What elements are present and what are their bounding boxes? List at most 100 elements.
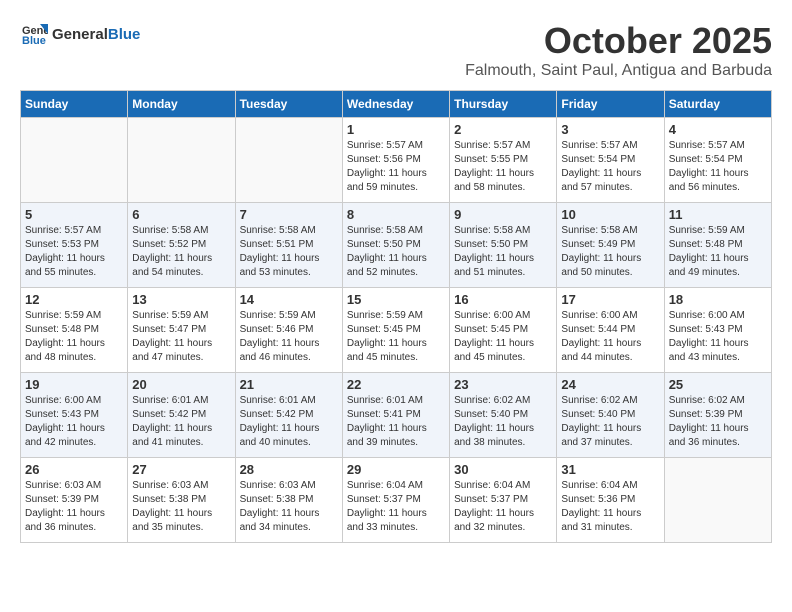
day-info: Sunrise: 5:58 AMSunset: 5:50 PMDaylight:… xyxy=(347,224,445,280)
calendar-cell: 22 Sunrise: 6:01 AMSunset: 5:41 PMDayligh… xyxy=(342,373,449,458)
title-area: October 2025 Falmouth, Saint Paul, Antig… xyxy=(465,20,772,80)
calendar-cell: 20 Sunrise: 6:01 AMSunset: 5:42 PMDayligh… xyxy=(128,373,235,458)
day-number: 15 xyxy=(347,292,445,307)
calendar-cell: 25 Sunrise: 6:02 AMSunset: 5:39 PMDayligh… xyxy=(664,373,771,458)
day-info: Sunrise: 6:00 AMSunset: 5:43 PMDaylight:… xyxy=(669,309,767,365)
day-info: Sunrise: 5:59 AMSunset: 5:46 PMDaylight:… xyxy=(240,309,338,365)
day-number: 31 xyxy=(561,462,659,477)
day-info: Sunrise: 6:03 AMSunset: 5:39 PMDaylight:… xyxy=(25,479,123,535)
calendar-week-row: 5 Sunrise: 5:57 AMSunset: 5:53 PMDaylight… xyxy=(21,203,772,288)
calendar-header-row: Sunday Monday Tuesday Wednesday Thursday… xyxy=(21,91,772,118)
day-info: Sunrise: 5:58 AMSunset: 5:52 PMDaylight:… xyxy=(132,224,230,280)
col-friday: Friday xyxy=(557,91,664,118)
day-number: 25 xyxy=(669,377,767,392)
day-info: Sunrise: 5:58 AMSunset: 5:51 PMDaylight:… xyxy=(240,224,338,280)
day-number: 22 xyxy=(347,377,445,392)
day-number: 29 xyxy=(347,462,445,477)
day-number: 12 xyxy=(25,292,123,307)
calendar-cell: 29 Sunrise: 6:04 AMSunset: 5:37 PMDayligh… xyxy=(342,458,449,543)
day-number: 11 xyxy=(669,207,767,222)
col-sunday: Sunday xyxy=(21,91,128,118)
calendar-cell xyxy=(664,458,771,543)
day-info: Sunrise: 6:00 AMSunset: 5:44 PMDaylight:… xyxy=(561,309,659,365)
calendar-cell: 26 Sunrise: 6:03 AMSunset: 5:39 PMDayligh… xyxy=(21,458,128,543)
day-number: 30 xyxy=(454,462,552,477)
day-info: Sunrise: 5:59 AMSunset: 5:48 PMDaylight:… xyxy=(669,224,767,280)
calendar-cell: 13 Sunrise: 5:59 AMSunset: 5:47 PMDayligh… xyxy=(128,288,235,373)
day-number: 3 xyxy=(561,122,659,137)
day-number: 27 xyxy=(132,462,230,477)
calendar-cell: 15 Sunrise: 5:59 AMSunset: 5:45 PMDayligh… xyxy=(342,288,449,373)
day-number: 24 xyxy=(561,377,659,392)
day-number: 4 xyxy=(669,122,767,137)
day-info: Sunrise: 5:57 AMSunset: 5:53 PMDaylight:… xyxy=(25,224,123,280)
calendar-cell: 5 Sunrise: 5:57 AMSunset: 5:53 PMDaylight… xyxy=(21,203,128,288)
location-title: Falmouth, Saint Paul, Antigua and Barbud… xyxy=(465,62,772,80)
calendar-cell: 19 Sunrise: 6:00 AMSunset: 5:43 PMDayligh… xyxy=(21,373,128,458)
calendar-cell xyxy=(128,118,235,203)
calendar-cell: 11 Sunrise: 5:59 AMSunset: 5:48 PMDayligh… xyxy=(664,203,771,288)
calendar-cell: 10Sunrise: 5:58 AMSunset: 5:49 PMDayligh… xyxy=(557,203,664,288)
calendar-cell: 16 Sunrise: 6:00 AMSunset: 5:45 PMDayligh… xyxy=(450,288,557,373)
col-wednesday: Wednesday xyxy=(342,91,449,118)
day-info: Sunrise: 6:00 AMSunset: 5:43 PMDaylight:… xyxy=(25,394,123,450)
calendar-table: Sunday Monday Tuesday Wednesday Thursday… xyxy=(20,90,772,543)
day-info: Sunrise: 6:04 AMSunset: 5:36 PMDaylight:… xyxy=(561,479,659,535)
day-info: Sunrise: 5:57 AMSunset: 5:56 PMDaylight:… xyxy=(347,139,445,195)
calendar-cell: 4 Sunrise: 5:57 AMSunset: 5:54 PMDaylight… xyxy=(664,118,771,203)
day-number: 13 xyxy=(132,292,230,307)
day-number: 20 xyxy=(132,377,230,392)
day-number: 23 xyxy=(454,377,552,392)
calendar-cell: 17Sunrise: 6:00 AMSunset: 5:44 PMDayligh… xyxy=(557,288,664,373)
day-info: Sunrise: 5:59 AMSunset: 5:47 PMDaylight:… xyxy=(132,309,230,365)
day-number: 26 xyxy=(25,462,123,477)
day-info: Sunrise: 6:02 AMSunset: 5:39 PMDaylight:… xyxy=(669,394,767,450)
day-number: 2 xyxy=(454,122,552,137)
day-number: 18 xyxy=(669,292,767,307)
calendar-cell: 8 Sunrise: 5:58 AMSunset: 5:50 PMDaylight… xyxy=(342,203,449,288)
day-info: Sunrise: 5:58 AMSunset: 5:50 PMDaylight:… xyxy=(454,224,552,280)
day-info: Sunrise: 6:02 AMSunset: 5:40 PMDaylight:… xyxy=(454,394,552,450)
day-number: 5 xyxy=(25,207,123,222)
calendar-cell xyxy=(21,118,128,203)
day-info: Sunrise: 6:00 AMSunset: 5:45 PMDaylight:… xyxy=(454,309,552,365)
day-number: 1 xyxy=(347,122,445,137)
calendar-week-row: 1 Sunrise: 5:57 AMSunset: 5:56 PMDaylight… xyxy=(21,118,772,203)
calendar-cell: 27 Sunrise: 6:03 AMSunset: 5:38 PMDayligh… xyxy=(128,458,235,543)
day-info: Sunrise: 6:01 AMSunset: 5:42 PMDaylight:… xyxy=(240,394,338,450)
day-info: Sunrise: 5:59 AMSunset: 5:48 PMDaylight:… xyxy=(25,309,123,365)
calendar-week-row: 26 Sunrise: 6:03 AMSunset: 5:39 PMDayligh… xyxy=(21,458,772,543)
calendar-cell: 23 Sunrise: 6:02 AMSunset: 5:40 PMDayligh… xyxy=(450,373,557,458)
day-number: 8 xyxy=(347,207,445,222)
col-thursday: Thursday xyxy=(450,91,557,118)
day-info: Sunrise: 5:59 AMSunset: 5:45 PMDaylight:… xyxy=(347,309,445,365)
col-tuesday: Tuesday xyxy=(235,91,342,118)
calendar-cell: 14 Sunrise: 5:59 AMSunset: 5:46 PMDayligh… xyxy=(235,288,342,373)
day-number: 7 xyxy=(240,207,338,222)
day-info: Sunrise: 6:04 AMSunset: 5:37 PMDaylight:… xyxy=(347,479,445,535)
day-info: Sunrise: 5:57 AMSunset: 5:54 PMDaylight:… xyxy=(561,139,659,195)
calendar-cell: 1 Sunrise: 5:57 AMSunset: 5:56 PMDaylight… xyxy=(342,118,449,203)
day-info: Sunrise: 6:01 AMSunset: 5:41 PMDaylight:… xyxy=(347,394,445,450)
calendar-cell: 2 Sunrise: 5:57 AMSunset: 5:55 PMDaylight… xyxy=(450,118,557,203)
day-number: 16 xyxy=(454,292,552,307)
day-info: Sunrise: 6:03 AMSunset: 5:38 PMDaylight:… xyxy=(132,479,230,535)
calendar-cell: 6 Sunrise: 5:58 AMSunset: 5:52 PMDaylight… xyxy=(128,203,235,288)
day-number: 19 xyxy=(25,377,123,392)
day-number: 6 xyxy=(132,207,230,222)
calendar-cell: 9 Sunrise: 5:58 AMSunset: 5:50 PMDaylight… xyxy=(450,203,557,288)
calendar-cell: 30Sunrise: 6:04 AMSunset: 5:37 PMDayligh… xyxy=(450,458,557,543)
day-info: Sunrise: 5:57 AMSunset: 5:54 PMDaylight:… xyxy=(669,139,767,195)
calendar-cell: 3 Sunrise: 5:57 AMSunset: 5:54 PMDaylight… xyxy=(557,118,664,203)
day-info: Sunrise: 6:02 AMSunset: 5:40 PMDaylight:… xyxy=(561,394,659,450)
calendar-cell xyxy=(235,118,342,203)
calendar-cell: 24 Sunrise: 6:02 AMSunset: 5:40 PMDayligh… xyxy=(557,373,664,458)
day-number: 28 xyxy=(240,462,338,477)
day-info: Sunrise: 6:01 AMSunset: 5:42 PMDaylight:… xyxy=(132,394,230,450)
day-number: 14 xyxy=(240,292,338,307)
day-info: Sunrise: 5:57 AMSunset: 5:55 PMDaylight:… xyxy=(454,139,552,195)
calendar-week-row: 12 Sunrise: 5:59 AMSunset: 5:48 PMDayligh… xyxy=(21,288,772,373)
calendar-cell: 31 Sunrise: 6:04 AMSunset: 5:36 PMDayligh… xyxy=(557,458,664,543)
day-number: 9 xyxy=(454,207,552,222)
calendar-cell: 28Sunrise: 6:03 AMSunset: 5:38 PMDayligh… xyxy=(235,458,342,543)
